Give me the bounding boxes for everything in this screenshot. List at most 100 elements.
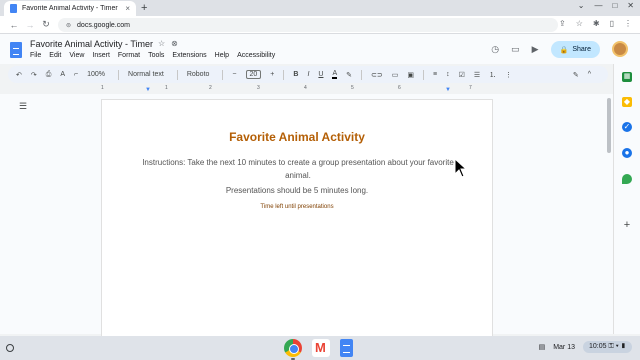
back-icon[interactable]: ← [6, 20, 22, 30]
star-icon[interactable]: ☆ [158, 39, 165, 48]
font-size-input[interactable]: 20 [245, 70, 262, 79]
cloud-status-icon[interactable]: ⊗ [171, 39, 178, 48]
separator [283, 69, 285, 80]
share-button[interactable]: 🔒 Share [550, 41, 600, 58]
more-options-icon[interactable]: ⋮ [505, 71, 512, 79]
chrome-app-icon[interactable] [284, 339, 302, 360]
insert-link-icon[interactable]: ⊂⊃ [371, 71, 383, 79]
menu-format[interactable]: Format [118, 52, 140, 59]
highlight-icon[interactable]: ✎ [346, 71, 352, 79]
outline-icon[interactable]: ☰ [19, 101, 27, 112]
collapse-menus-icon[interactable]: ^ [588, 71, 591, 78]
ruler-label: 5 [351, 85, 354, 91]
side-panel-icon[interactable]: ▯ [610, 19, 614, 28]
zoom-select[interactable]: 100% [87, 71, 109, 78]
menu-bar: File Edit View Insert Format Tools Exten… [30, 52, 275, 59]
tab-search-icon[interactable]: ⌄ [578, 1, 585, 10]
menu-view[interactable]: View [69, 52, 84, 59]
browser-tab[interactable]: Favorite Animal Activity - Timer × [4, 1, 136, 16]
separator [423, 69, 424, 80]
minimize-icon[interactable]: — [594, 1, 602, 10]
ruler[interactable]: 1 ▼ 1 2 3 4 5 6 ▼ 7 [101, 85, 493, 93]
menu-tools[interactable]: Tools [148, 52, 164, 59]
instructions-text: Instructions: Take the next 10 minutes t… [142, 158, 454, 180]
left-indent-marker[interactable]: ▼ [145, 87, 151, 93]
new-tab-button[interactable]: + [141, 2, 147, 14]
line-spacing-icon[interactable]: ↕ [446, 71, 450, 78]
align-icon[interactable]: ≡ [433, 71, 437, 78]
ruler-label: 7 [469, 85, 472, 91]
mouse-cursor-icon [454, 158, 468, 178]
taskbar: ▤ Mar 13 10:05 ⚿ ▾ ▮ [0, 336, 640, 360]
calendar-icon[interactable]: ▦ [622, 72, 632, 82]
version-history-icon[interactable]: ◷ [491, 44, 499, 55]
get-addons-icon[interactable]: + [622, 220, 632, 231]
vertical-scrollbar[interactable] [605, 94, 613, 334]
font-select[interactable]: Roboto [187, 71, 214, 78]
side-panel: ▦ ◆ ✓ ● + [613, 64, 640, 334]
meet-icon[interactable]: ▶ [532, 44, 539, 55]
docs-favicon-icon [10, 4, 17, 13]
lock-icon: 🔒 [559, 46, 569, 54]
menu-file[interactable]: File [30, 52, 41, 59]
bulleted-list-icon[interactable]: ☰ [474, 71, 480, 79]
text-color-icon[interactable]: A [332, 70, 338, 79]
account-avatar[interactable] [612, 41, 628, 57]
docs-logo-icon[interactable] [10, 42, 22, 58]
separator [176, 69, 178, 80]
menu-insert[interactable]: Insert [92, 52, 110, 59]
undo-icon[interactable]: ↶ [16, 71, 22, 79]
header-actions: ◷ ▭ ▶ 🔒 Share [491, 41, 600, 58]
keep-icon[interactable]: ◆ [622, 97, 632, 107]
bookmark-star-icon[interactable]: ☆ [576, 19, 583, 28]
reload-icon[interactable]: ↻ [38, 19, 54, 30]
gmail-app-icon[interactable] [312, 339, 330, 357]
menu-help[interactable]: Help [215, 52, 229, 59]
address-bar[interactable]: ⊜ docs.google.com [58, 18, 558, 32]
docs-app-icon[interactable] [340, 339, 353, 357]
style-select[interactable]: Normal text [128, 71, 168, 78]
status-area[interactable]: 10:05 ⚿ ▾ ▮ [583, 341, 632, 353]
editing-mode-icon[interactable]: ✎ [573, 71, 579, 79]
redo-icon[interactable]: ↷ [31, 71, 37, 79]
insert-image-icon[interactable]: ▣ [407, 71, 414, 79]
share-label: Share [572, 46, 591, 53]
extensions-icon[interactable]: ✱ [593, 19, 600, 28]
spellcheck-icon[interactable]: A [60, 71, 65, 78]
screen-capture-icon[interactable]: ▤ [539, 343, 546, 351]
tasks-icon[interactable]: ✓ [622, 122, 632, 132]
chrome-menu-icon[interactable]: ⋮ [624, 19, 632, 28]
menu-edit[interactable]: Edit [49, 52, 61, 59]
underline-button[interactable]: U [318, 71, 323, 78]
print-icon[interactable]: ⎙ [46, 71, 52, 79]
scroll-thumb[interactable] [607, 98, 611, 153]
close-window-icon[interactable]: ✕ [627, 1, 634, 10]
forward-icon[interactable]: → [22, 20, 38, 30]
add-comment-icon[interactable]: ▭ [392, 71, 399, 79]
document-page[interactable]: Favorite Animal Activity Instructions: T… [101, 99, 493, 344]
menu-accessibility[interactable]: Accessibility [237, 52, 275, 59]
menu-extensions[interactable]: Extensions [172, 52, 206, 59]
tab-close-icon[interactable]: × [125, 4, 130, 13]
site-info-icon[interactable]: ⊜ [66, 22, 71, 29]
maps-icon[interactable] [622, 174, 632, 184]
comments-icon[interactable]: ▭ [511, 44, 520, 55]
system-tray: ▤ Mar 13 10:05 ⚿ ▾ ▮ [539, 341, 632, 353]
right-indent-marker[interactable]: ▼ [445, 87, 451, 93]
decrease-font-size-icon[interactable]: − [232, 71, 236, 78]
browser-actions: ⇪ ☆ ✱ ▯ ⋮ [559, 19, 632, 28]
date-label[interactable]: Mar 13 [553, 344, 575, 351]
ruler-label: 4 [304, 85, 307, 91]
numbered-list-icon[interactable]: ⒈ [489, 70, 496, 80]
maximize-icon[interactable]: □ [612, 1, 617, 10]
checklist-icon[interactable]: ☑ [459, 71, 465, 79]
document-title[interactable]: Favorite Animal Activity - Timer [30, 39, 153, 49]
paint-format-icon[interactable]: ⌐ [74, 71, 78, 78]
share-page-icon[interactable]: ⇪ [559, 19, 566, 28]
bold-button[interactable]: B [293, 71, 298, 78]
italic-button[interactable]: I [307, 71, 309, 78]
launcher-icon[interactable] [6, 344, 14, 352]
increase-font-size-icon[interactable]: + [270, 71, 274, 78]
contacts-icon[interactable]: ● [622, 148, 632, 158]
formatting-toolbar: ↶ ↷ ⎙ A ⌐ 100% Normal text Roboto − 20 +… [8, 66, 608, 83]
